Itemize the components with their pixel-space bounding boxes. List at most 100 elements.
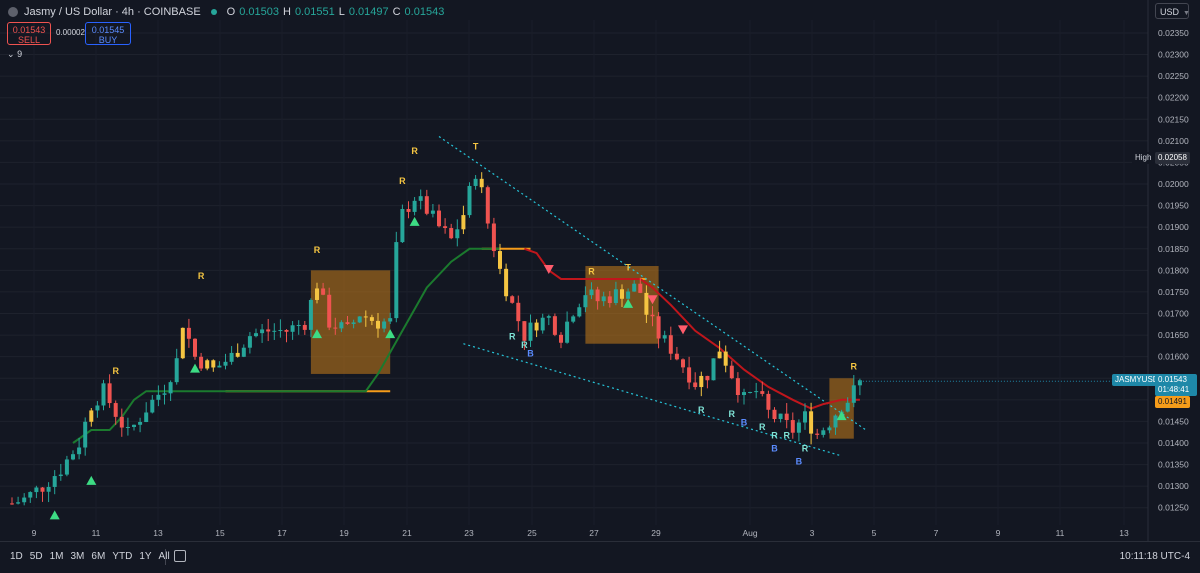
candle-body xyxy=(278,329,283,331)
candle-body xyxy=(522,321,527,341)
candle-body xyxy=(351,322,356,324)
candle-body xyxy=(516,302,521,322)
candle-body xyxy=(790,420,795,433)
range-1y[interactable]: 1Y xyxy=(139,551,151,562)
range-5d[interactable]: 5D xyxy=(30,551,43,562)
indicators-toggle[interactable]: ⌄ 9 xyxy=(7,49,22,60)
candle-body xyxy=(16,502,21,504)
candle-body xyxy=(333,327,338,329)
candle-body xyxy=(162,393,167,395)
candle-body xyxy=(638,283,643,293)
candle-body xyxy=(418,196,423,201)
candle-body xyxy=(510,296,515,303)
y-axis-tick: 0.02350 xyxy=(1158,28,1189,38)
last-price: 0.01543 xyxy=(1158,375,1187,384)
y-axis-tick: 0.01650 xyxy=(1158,330,1189,340)
symbol-header[interactable]: Jasmy / US Dollar · 4h · COINBASE O 0.015… xyxy=(8,4,444,20)
chevron-down-icon: ⌄ xyxy=(7,49,15,59)
candle-body xyxy=(485,187,490,224)
candle-body xyxy=(796,422,801,433)
candle-body xyxy=(382,321,387,329)
currency-label: USD xyxy=(1160,7,1180,17)
candle-body xyxy=(473,178,478,186)
candle-body xyxy=(241,347,246,357)
candle-body xyxy=(784,413,789,421)
candle-body xyxy=(369,317,374,321)
candle-body xyxy=(693,382,698,388)
last-price-tag: 0.01543 01:48:41 xyxy=(1155,374,1197,396)
calendar-range-icon[interactable] xyxy=(174,550,186,562)
signal-r-yellow: R xyxy=(112,366,119,376)
candle-body xyxy=(144,412,149,423)
candle-body xyxy=(467,185,472,216)
y-axis-tick: 0.01850 xyxy=(1158,244,1189,254)
price-chart[interactable]: 0.02350 0.02300 0.02250 0.02200 0.02150 0.021… xyxy=(0,0,1200,541)
candle-body xyxy=(674,353,679,360)
signal-r-cyan: R xyxy=(729,409,736,419)
x-axis-tick: 9 xyxy=(996,528,1001,538)
candle-body xyxy=(815,433,820,435)
utc-clock[interactable]: 10:11:18 UTC-4 xyxy=(1120,551,1190,562)
ohlc-values: O 0.01503 H 0.01551 L 0.01497 C 0.01543 xyxy=(227,6,445,18)
x-axis-tick: 23 xyxy=(464,528,474,538)
y-axis-tick: 0.01950 xyxy=(1158,201,1189,211)
candle-body xyxy=(284,329,289,332)
candle-body xyxy=(650,314,655,317)
candle-body xyxy=(729,365,734,379)
y-axis-tick: 0.02150 xyxy=(1158,114,1189,124)
sell-button[interactable]: 0.01543 SELL xyxy=(7,22,51,45)
y-axis-tick: 0.02250 xyxy=(1158,71,1189,81)
candle-body xyxy=(437,210,441,227)
candle-body xyxy=(552,316,557,335)
signal-r-yellow: R xyxy=(851,362,858,372)
candle-body xyxy=(443,226,448,229)
ohlc-close-key: C xyxy=(392,6,401,18)
candle-body xyxy=(266,329,271,332)
range-1m[interactable]: 1M xyxy=(50,551,64,562)
candle-body xyxy=(247,336,252,348)
candle-body xyxy=(400,209,405,243)
y-axis-tick: 0.01350 xyxy=(1158,460,1189,470)
range-6m[interactable]: 6M xyxy=(91,551,105,562)
chevron-down-icon: ▼ xyxy=(1183,10,1190,17)
y-axis-tick: 0.01400 xyxy=(1158,438,1189,448)
ohlc-high-key: H xyxy=(282,6,291,18)
range-ytd[interactable]: YTD xyxy=(112,551,132,562)
currency-selector[interactable]: USD ▼ xyxy=(1155,3,1190,19)
candle-body xyxy=(772,409,777,420)
candle-body xyxy=(89,410,94,422)
candle-body xyxy=(662,335,667,339)
candle-body xyxy=(705,375,710,381)
candle-body xyxy=(132,424,136,427)
x-axis-tick: 17 xyxy=(277,528,287,538)
y-axis-tick: 0.01250 xyxy=(1158,503,1189,513)
x-axis-tick: 7 xyxy=(934,528,939,538)
candle-body xyxy=(394,242,399,319)
ohlc-low: 0.01497 xyxy=(348,6,389,18)
candle-body xyxy=(174,358,179,383)
candle-body xyxy=(583,295,588,308)
y-axis-tick: 0.01800 xyxy=(1158,265,1189,275)
candle-body xyxy=(321,288,326,295)
candle-body xyxy=(77,447,82,455)
buy-button[interactable]: 0.01545 BUY xyxy=(85,22,131,45)
candle-body xyxy=(821,430,826,435)
candle-body xyxy=(778,413,783,420)
y-axis-tick: 0.02000 xyxy=(1158,179,1189,189)
candle-body xyxy=(150,399,155,413)
x-axis-tick: 19 xyxy=(339,528,349,538)
range-1d[interactable]: 1D xyxy=(10,551,23,562)
x-axis-tick: Aug xyxy=(742,528,757,538)
x-axis-tick: 29 xyxy=(651,528,661,538)
candle-body xyxy=(168,382,173,394)
candle-body xyxy=(803,411,807,423)
ohlc-close: 0.01543 xyxy=(404,6,445,18)
indicators-count: 9 xyxy=(17,49,23,59)
candle-body xyxy=(540,317,545,331)
candle-body xyxy=(656,316,661,339)
range-3m[interactable]: 3M xyxy=(71,551,85,562)
y-axis-tick: 0.01750 xyxy=(1158,287,1189,297)
candle-body xyxy=(113,403,118,417)
buy-label: BUY xyxy=(98,35,118,45)
candle-body xyxy=(64,459,69,475)
